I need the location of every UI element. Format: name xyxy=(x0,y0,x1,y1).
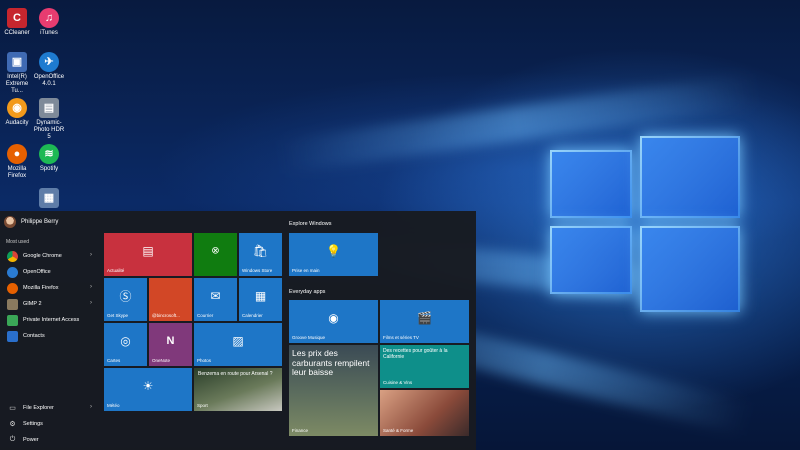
app-google-chrome[interactable]: Google Chrome › xyxy=(0,248,100,264)
skype-icon: Ⓢ xyxy=(119,289,132,304)
tile-finance[interactable]: Les prix des carburants rempilent leur b… xyxy=(289,345,378,436)
gimp-icon xyxy=(7,298,18,310)
tile-sport[interactable]: Benzema en route pour Arsenal ? Sport xyxy=(194,368,282,411)
tile-xbox[interactable]: ⊗ xyxy=(194,233,237,276)
desktop-icon-itunes[interactable]: ♫ iTunes xyxy=(32,8,66,37)
desktop-icon-spotify[interactable]: ≋ Spotify xyxy=(32,144,66,173)
app-mozilla-firefox[interactable]: Mozilla Firefox › xyxy=(0,280,100,296)
tile-onenote[interactable]: N OneNote xyxy=(149,323,192,366)
tile-photos[interactable]: ▨ Photos xyxy=(194,323,282,366)
vpn-icon xyxy=(7,314,18,326)
calendar-icon: ▦ xyxy=(254,289,267,304)
firefox-icon xyxy=(7,282,18,294)
chevron-right-icon[interactable]: › xyxy=(90,300,92,306)
tile-social[interactable]: @bincrosoft... xyxy=(149,278,192,321)
chrome-icon xyxy=(7,250,18,262)
contacts-icon xyxy=(7,330,18,342)
desktop-icon-dynamic-photo[interactable]: ▤ Dynamic-Photo HDR 5 xyxy=(32,98,66,141)
desktop-icon-shortcut[interactable]: ▦ xyxy=(32,188,66,210)
tile-prise-en-main[interactable]: 💡 Prise en main xyxy=(289,233,378,276)
audacity-icon: ◉ xyxy=(7,98,27,118)
power-icon: ⏻ xyxy=(9,436,16,443)
chevron-right-icon[interactable]: › xyxy=(90,284,92,290)
avatar xyxy=(4,216,16,228)
tile-meteo[interactable]: ☀ Météo xyxy=(104,368,192,411)
photo-icon: ▨ xyxy=(232,334,244,349)
film-icon: 🎬 xyxy=(417,311,432,326)
most-used-title: Most used xyxy=(6,239,30,245)
dynamic-photo-icon: ▤ xyxy=(39,98,59,118)
start-menu: Philippe Berry Most used Google Chrome ›… xyxy=(0,211,476,450)
desktop-icon-audacity[interactable]: ◉ Audacity xyxy=(0,98,34,127)
music-disc-icon: ◉ xyxy=(328,311,339,326)
app-contacts[interactable]: Contacts xyxy=(0,328,100,344)
openoffice-icon xyxy=(7,266,18,278)
folder-icon: ▭ xyxy=(9,405,16,412)
power-item[interactable]: ⏻ Power xyxy=(0,432,100,448)
app-openoffice[interactable]: OpenOffice xyxy=(0,264,100,280)
openoffice-icon: ✈ xyxy=(39,52,59,72)
app-private-internet-access[interactable]: Private Internet Access xyxy=(0,312,100,328)
sun-icon: ☀ xyxy=(142,379,154,394)
mail-icon: ✉ xyxy=(210,289,221,304)
desktop-icon-intel[interactable]: ▣ Intel(R) Extreme Tu... xyxy=(0,52,34,95)
tile-courrier[interactable]: ✉ Courrier xyxy=(194,278,237,321)
itunes-icon: ♫ xyxy=(39,8,59,28)
tile-cuisine-vins[interactable]: Des recettes pour goûter à la Californie… xyxy=(380,345,469,388)
user-account[interactable]: Philippe Berry xyxy=(4,216,58,228)
tile-windows-store[interactable]: 🛍 Windows Store xyxy=(239,233,282,276)
intel-icon: ▣ xyxy=(7,52,27,72)
tile-get-skype[interactable]: Ⓢ Get Skype xyxy=(104,278,147,321)
desktop-icon-openoffice[interactable]: ✈ OpenOffice 4.0.1 xyxy=(32,52,66,88)
xbox-icon: ⊗ xyxy=(211,245,220,257)
tile-calendrier[interactable]: ▦ Calendrier xyxy=(239,278,282,321)
desktop-icon-ccleaner[interactable]: C CCleaner xyxy=(0,8,34,37)
onenote-icon: N xyxy=(166,335,175,348)
spotify-icon: ≋ xyxy=(39,144,59,164)
most-used-list: Google Chrome › OpenOffice Mozilla Firef… xyxy=(0,248,100,344)
everyday-apps-title: Everyday apps xyxy=(289,289,326,295)
tile-actualite[interactable]: ▤ Actualité xyxy=(104,233,192,276)
lightbulb-icon: 💡 xyxy=(326,244,341,259)
firefox-icon: ● xyxy=(7,144,27,164)
windows-logo xyxy=(548,128,742,316)
explore-windows-title: Explore Windows xyxy=(289,221,332,227)
chevron-right-icon[interactable]: › xyxy=(90,404,92,410)
tile-cartes[interactable]: ◎ Cartes xyxy=(104,323,147,366)
tile-groove-musique[interactable]: ◉ Groove Musique xyxy=(289,300,378,343)
start-bottom-list: ▭ File Explorer › ⚙ Settings ⏻ Power xyxy=(0,400,100,448)
tile-films-series[interactable]: 🎬 Films et séries TV xyxy=(380,300,469,343)
user-name: Philippe Berry xyxy=(21,219,59,225)
desktop-icon-firefox[interactable]: ● Mozilla Firefox xyxy=(0,144,34,180)
map-icon: ◎ xyxy=(120,334,131,349)
settings-item[interactable]: ⚙ Settings xyxy=(0,416,100,432)
gear-icon: ⚙ xyxy=(9,421,16,428)
file-explorer-item[interactable]: ▭ File Explorer › xyxy=(0,400,100,416)
news-icon: ▤ xyxy=(142,244,154,259)
store-icon: 🛍 xyxy=(252,244,269,259)
shortcut-icon: ▦ xyxy=(39,188,59,208)
ccleaner-icon: C xyxy=(7,8,27,28)
tile-sante-forme[interactable]: Santé & Forme xyxy=(380,390,469,436)
chevron-right-icon[interactable]: › xyxy=(90,252,92,258)
app-gimp[interactable]: GIMP 2 › xyxy=(0,296,100,312)
